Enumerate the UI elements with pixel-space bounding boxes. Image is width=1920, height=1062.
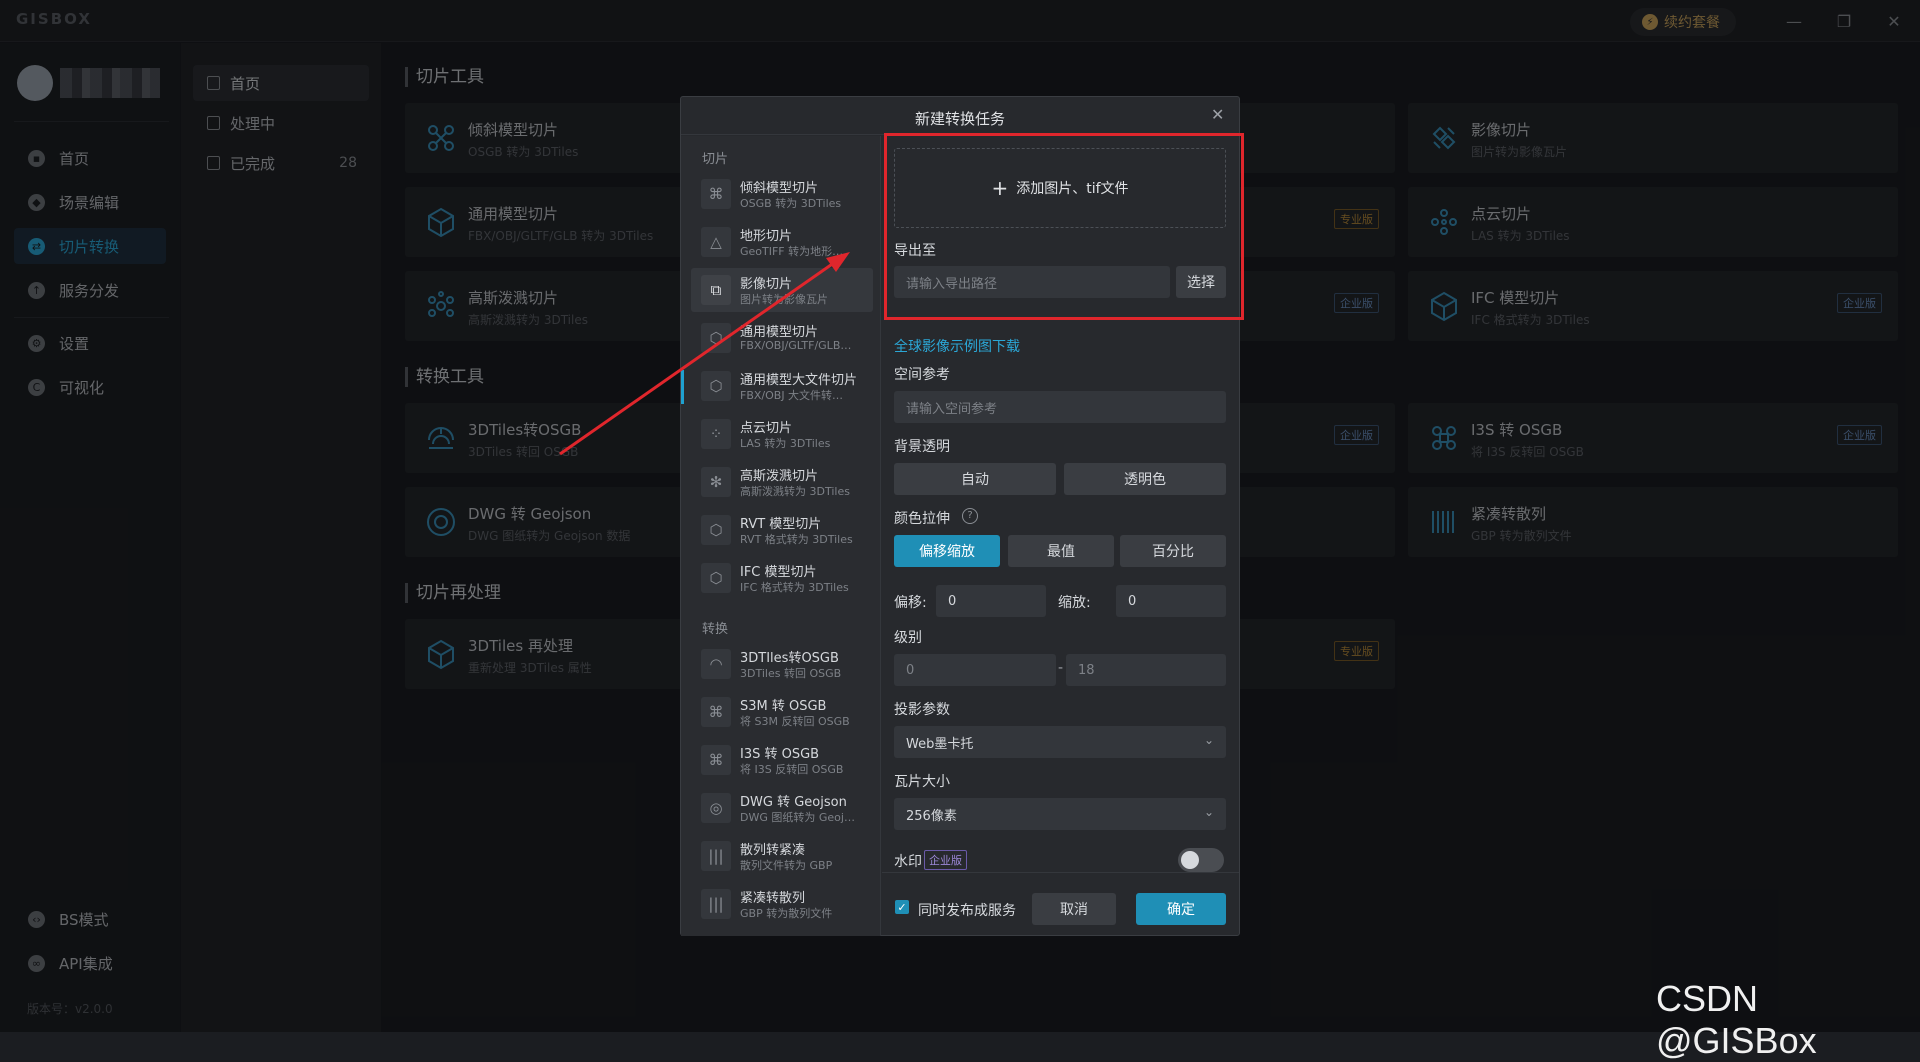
task-item-gaussian[interactable]: ✻ 高斯泼溅切片 高斯泼溅转为 3DTiles [691,460,873,504]
oblique-icon: ⌘ [701,179,731,209]
offset-input[interactable]: 0 [936,585,1046,617]
stretch-minmax-button[interactable]: 最值 [1008,535,1114,567]
srs-input[interactable]: 请输入空间参考 [894,391,1226,423]
footer-divider [882,872,1239,873]
projection-label: 投影参数 [894,702,950,718]
highlight-box [884,133,1244,320]
task-item-3dtiles-osgb[interactable]: ◠ 3DTIles转OSGB 3DTiles 转回 OSGB [691,642,873,686]
dialog-title: 新建转换任务 [914,110,1005,128]
pointcloud-icon: ⁘ [701,419,731,449]
scale-input[interactable]: 0 [1116,585,1226,617]
task-item-imagery[interactable]: ⧉ 影像切片 图片转为影像瓦片 [691,268,873,312]
cancel-button[interactable]: 取消 [1032,893,1116,925]
task-item-i3s-osgb[interactable]: ⌘ I3S 转 OSGB 将 I3S 反转回 OSGB [691,738,873,782]
stretch-percent-button[interactable]: 百分比 [1120,535,1226,567]
chevron-down-icon: ⌄ [1203,805,1214,819]
publish-checkbox[interactable]: ✓ [895,900,909,914]
box-icon: ⬡ [701,515,731,545]
chevron-down-icon: ⌄ [1203,733,1214,747]
close-icon[interactable]: ✕ [1211,105,1224,124]
watermark-toggle[interactable] [1178,848,1224,872]
imagery-icon: ⧉ [701,275,731,305]
box-icon: ⬡ [701,323,731,353]
dialog-header: 新建转换任务 ✕ [681,97,1239,135]
task-item-hash-compact[interactable]: ||| 散列转紧凑 散列文件转为 GBP [691,834,873,878]
color-stretch-label: 颜色拉伸 [894,511,950,527]
group-label-slice: 切片 [702,152,729,167]
barcode-icon: ||| [701,841,731,871]
tile-size-select[interactable]: 256像素 ⌄ [894,798,1226,830]
task-item-rvt[interactable]: ⬡ RVT 模型切片 RVT 格式转为 3DTiles [691,508,873,552]
level-label: 级别 [894,630,922,646]
publish-label: 同时发布成服务 [918,903,1016,919]
layers-icon: ◠ [701,649,731,679]
level-min-input[interactable]: 0 [894,654,1056,686]
level-max-input[interactable]: 18 [1066,654,1226,686]
bg-auto-button[interactable]: 自动 [894,463,1056,495]
watermark-label: 水印 [894,854,922,870]
terrain-icon: △ [701,227,731,257]
task-item-pointcloud[interactable]: ⁘ 点云切片 LAS 转为 3DTiles [691,412,873,456]
task-item-terrain[interactable]: △ 地形切片 GeoTIFF 转为地形… [691,220,873,264]
task-item-large-model[interactable]: ⬡ 通用模型大文件切片 FBX/OBJ 大文件转… [691,364,873,408]
gaussian-icon: ✻ [701,467,731,497]
group-label-convert: 转换 [702,622,729,637]
enterprise-badge: 企业版 [924,850,967,870]
help-icon[interactable]: ? [962,508,978,524]
sample-download-link[interactable]: 全球影像示例图下载 [894,336,1020,356]
scale-label: 缩放: [1058,595,1091,611]
bg-transparent-button[interactable]: 透明色 [1064,463,1226,495]
task-item-s3m-osgb[interactable]: ⌘ S3M 转 OSGB 将 S3M 反转回 OSGB [691,690,873,734]
barcode-icon: ||| [701,889,731,919]
task-item-oblique[interactable]: ⌘ 倾斜模型切片 OSGB 转为 3DTiles [691,172,873,216]
target-icon: ◎ [701,793,731,823]
task-item-general-model[interactable]: ⬡ 通用模型切片 FBX/OBJ/GLTF/GLB… [691,316,873,360]
task-type-list: 切片 ⌘ 倾斜模型切片 OSGB 转为 3DTiles △ 地形切片 GeoTI… [681,136,881,936]
tile-size-label: 瓦片大小 [894,774,950,790]
srs-label: 空间参考 [894,367,950,383]
confirm-button[interactable]: 确定 [1136,893,1226,925]
box-icon: ⬡ [701,371,731,401]
csdn-watermark: CSDN @GISBox [1656,978,1817,1061]
level-separator: - [1058,660,1064,676]
offset-label: 偏移: [894,595,927,611]
stretch-offset-scale-button[interactable]: 偏移缩放 [894,535,1000,567]
box-icon: ⬡ [701,563,731,593]
task-item-compact-hash[interactable]: ||| 紧凑转散列 GBP 转为散列文件 [691,882,873,926]
active-indicator [681,370,684,404]
projection-select[interactable]: Web墨卡托 ⌄ [894,726,1226,758]
command-icon: ⌘ [701,697,731,727]
command-icon: ⌘ [701,745,731,775]
bg-transparent-label: 背景透明 [894,439,950,455]
task-item-dwg-geojson[interactable]: ◎ DWG 转 Geojson DWG 图纸转为 Geoj… [691,786,873,830]
task-item-ifc[interactable]: ⬡ IFC 模型切片 IFC 格式转为 3DTiles [691,556,873,600]
